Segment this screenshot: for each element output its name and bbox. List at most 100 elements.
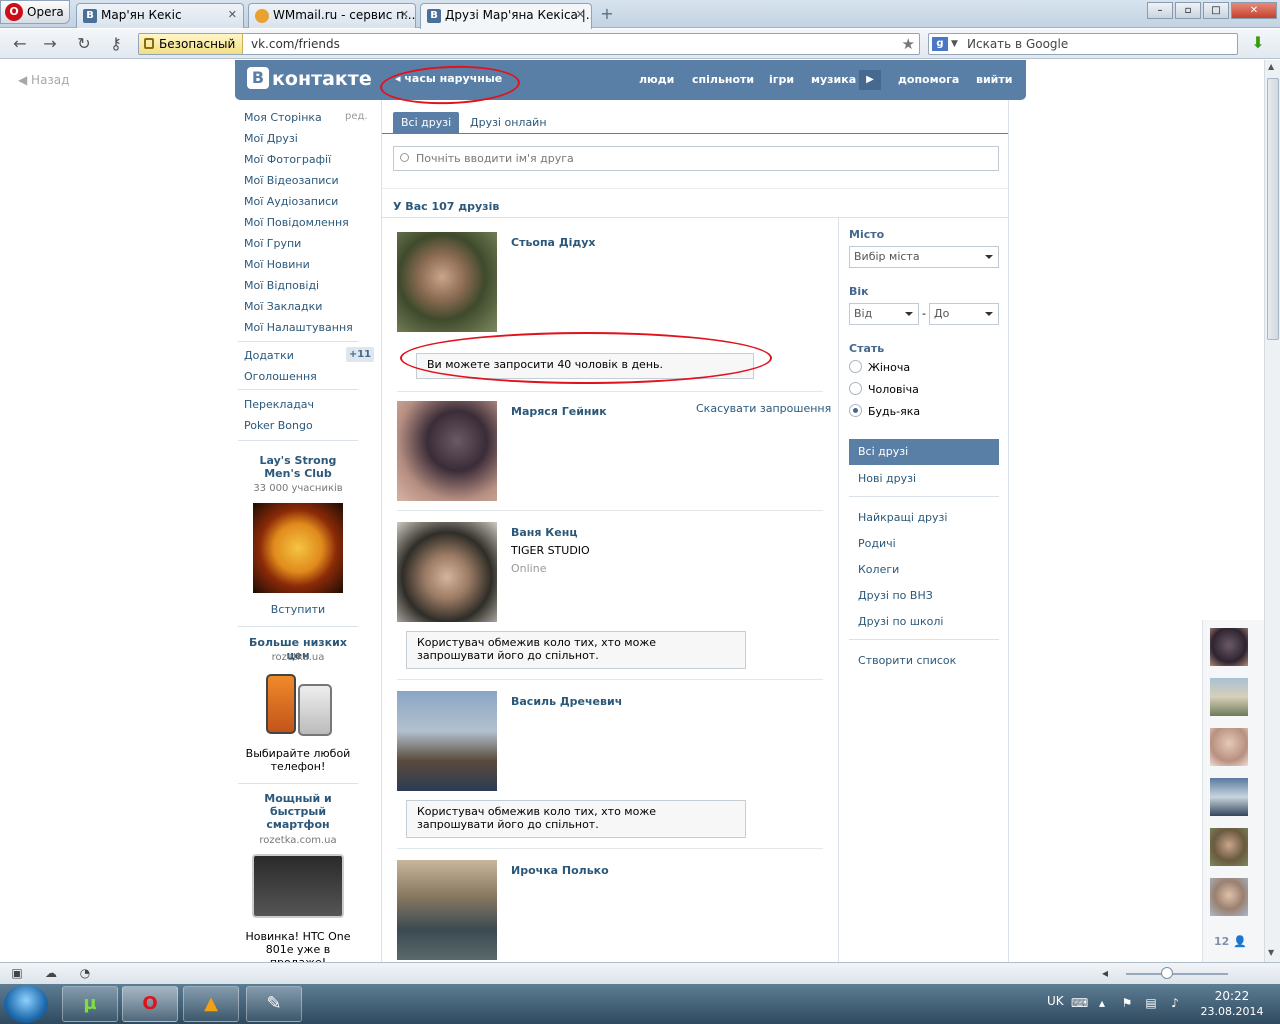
tray-expand-icon[interactable]: ▴ [1095,996,1109,1010]
apps-count-badge[interactable]: +11 [346,347,374,362]
list-best-friends[interactable]: Найкращі друзі [858,511,947,524]
aimp-taskbar-icon[interactable]: ▲ [183,986,239,1022]
cancel-invite-link[interactable]: Скасувати запрошення [696,402,831,415]
online-count[interactable]: 12 👤 [1214,935,1247,948]
cloud-icon[interactable]: ☁ [44,966,58,980]
new-tab-button[interactable]: + [597,4,617,24]
create-list-link[interactable]: Створити список [858,654,956,667]
menu-translator[interactable]: Перекладач [244,398,314,411]
download-arrow-icon[interactable]: ⬇ [1248,33,1268,55]
menu-my-messages[interactable]: Мої Повідомлення [244,216,349,229]
nav-games[interactable]: ігри [769,73,794,86]
menu-my-friends[interactable]: Мої Друзі [244,132,298,145]
clock-date[interactable]: 23.08.2014 [1200,1005,1264,1018]
address-field[interactable]: Безопасный vk.com/friends ★ [138,33,920,55]
nav-music[interactable]: музика [811,73,856,86]
menu-poker-bongo[interactable]: Poker Bongo [244,419,313,432]
ad-image-chips[interactable] [253,503,343,593]
ad-title[interactable]: Lay's Strong Men's Club [240,454,356,480]
menu-my-videos[interactable]: Мої Відеозаписи [244,174,339,187]
join-link[interactable]: Вступити [240,603,356,616]
ad-image-phones[interactable] [262,670,338,740]
nav-help[interactable]: допомога [898,73,959,86]
edit-link[interactable]: ред. [345,111,368,122]
menu-apps[interactable]: Додатки [244,349,294,362]
list-school-friends[interactable]: Друзі по школі [858,615,943,628]
zoom-out-icon[interactable]: ◂ [1098,966,1112,980]
volume-icon[interactable]: ♪ [1168,996,1182,1010]
radio-any[interactable] [849,404,862,417]
online-friend-avatar[interactable] [1210,878,1248,916]
scrollbar-thumb[interactable] [1267,78,1279,340]
nav-logout[interactable]: вийти [976,73,1012,86]
close-icon[interactable]: ✕ [400,4,409,26]
friend-search-input[interactable]: Почніть вводити ім'я друга [393,146,999,171]
online-friend-avatar[interactable] [1210,728,1248,766]
list-relatives[interactable]: Родичі [858,537,896,550]
network-icon[interactable]: ▤ [1144,996,1158,1010]
friend-name[interactable]: Ваня Кенц [511,526,578,539]
menu-ads[interactable]: Оголошення [244,370,317,383]
ad-text[interactable]: Новинка! HTC One 801e уже в продаже! [240,930,356,962]
online-friend-avatar[interactable] [1210,678,1248,716]
friend-name[interactable]: Маряся Гейник [511,405,607,418]
friend-photo[interactable] [397,860,497,960]
nav-communities[interactable]: спільноти [692,73,754,86]
reload-icon[interactable]: ↻ [74,34,94,54]
menu-my-settings[interactable]: Мої Налаштування [244,321,353,334]
browser-tab-2[interactable]: WMmail.ru - сервис п... ✕ [248,3,416,28]
minimize-button[interactable]: – [1147,2,1173,19]
friend-photo[interactable] [397,691,497,791]
nav-people[interactable]: люди [639,73,674,86]
browser-tab-3-active[interactable]: В Друзі Мар'яна Кекіса |... ✕ [420,3,592,29]
list-all-friends[interactable]: Всі друзі [849,439,999,465]
panel-toggle-icon[interactable]: ▣ [10,966,24,980]
age-to-select[interactable]: До [929,303,999,325]
menu-my-photos[interactable]: Мої Фотографії [244,153,331,166]
online-friend-avatar[interactable] [1210,778,1248,816]
opera-taskbar-icon[interactable]: O [122,986,178,1022]
ad-text[interactable]: Выбирайте любой телефон! [240,747,356,773]
age-from-select[interactable]: Від [849,303,919,325]
clock-time[interactable]: 20:22 [1200,989,1264,1003]
radio-female[interactable] [849,360,862,373]
bookmark-star-icon[interactable]: ★ [902,34,915,54]
back-link[interactable]: ◀ Назад [18,73,69,87]
vk-logo[interactable]: Вконтакте [247,67,372,91]
radio-male[interactable] [849,382,862,395]
menu-my-bookmarks[interactable]: Мої Закладки [244,300,322,313]
chevron-down-icon[interactable]: ▼ [951,34,958,54]
ad-title[interactable]: Мощный и быстрый смартфон [240,792,356,831]
menu-my-answers[interactable]: Мої Відповіді [244,279,319,292]
friend-name[interactable]: Стьопа Дідух [511,236,596,249]
action-center-flag-icon[interactable]: ⚑ [1120,996,1134,1010]
radio-any-label[interactable]: Будь-яка [868,405,920,418]
menu-my-audio[interactable]: Мої Аудіозаписи [244,195,338,208]
page-scrollbar[interactable]: ▲ ▼ [1264,60,1280,962]
online-friend-avatar[interactable] [1210,828,1248,866]
utorrent-taskbar-icon[interactable]: µ [62,986,118,1022]
forward-arrow-icon[interactable]: → [40,34,60,54]
city-select[interactable]: Вибір міста [849,246,999,268]
browser-tab-1[interactable]: В Мар'ян Кекіс ✕ [76,3,244,28]
menu-my-groups[interactable]: Мої Групи [244,237,301,250]
friend-photo[interactable] [397,232,497,332]
friend-name[interactable]: Ирочка Полько [511,864,609,877]
tab-friends-online[interactable]: Друзі онлайн [462,112,555,134]
ad-image-htc[interactable] [252,854,344,918]
maximize-button[interactable]: □ [1203,2,1229,19]
radio-male-label[interactable]: Чоловіча [868,383,919,396]
security-badge[interactable]: Безопасный [139,34,243,54]
list-colleagues[interactable]: Колеги [858,563,899,576]
zoom-slider-knob[interactable] [1160,967,1173,979]
scroll-down-arrow-icon[interactable]: ▼ [1268,948,1274,957]
friend-name[interactable]: Василь Дречевич [511,695,622,708]
menu-my-page[interactable]: Моя Сторінка [244,111,322,124]
start-button[interactable] [4,985,48,1023]
zoom-slider[interactable] [1126,973,1228,975]
radio-female-label[interactable]: Жіноча [868,361,910,374]
close-window-button[interactable]: ✕ [1231,2,1277,19]
opera-menu-button[interactable]: O Opera [0,0,70,24]
friend-photo[interactable] [397,401,497,501]
keyboard-icon[interactable]: ⌨ [1071,996,1088,1010]
